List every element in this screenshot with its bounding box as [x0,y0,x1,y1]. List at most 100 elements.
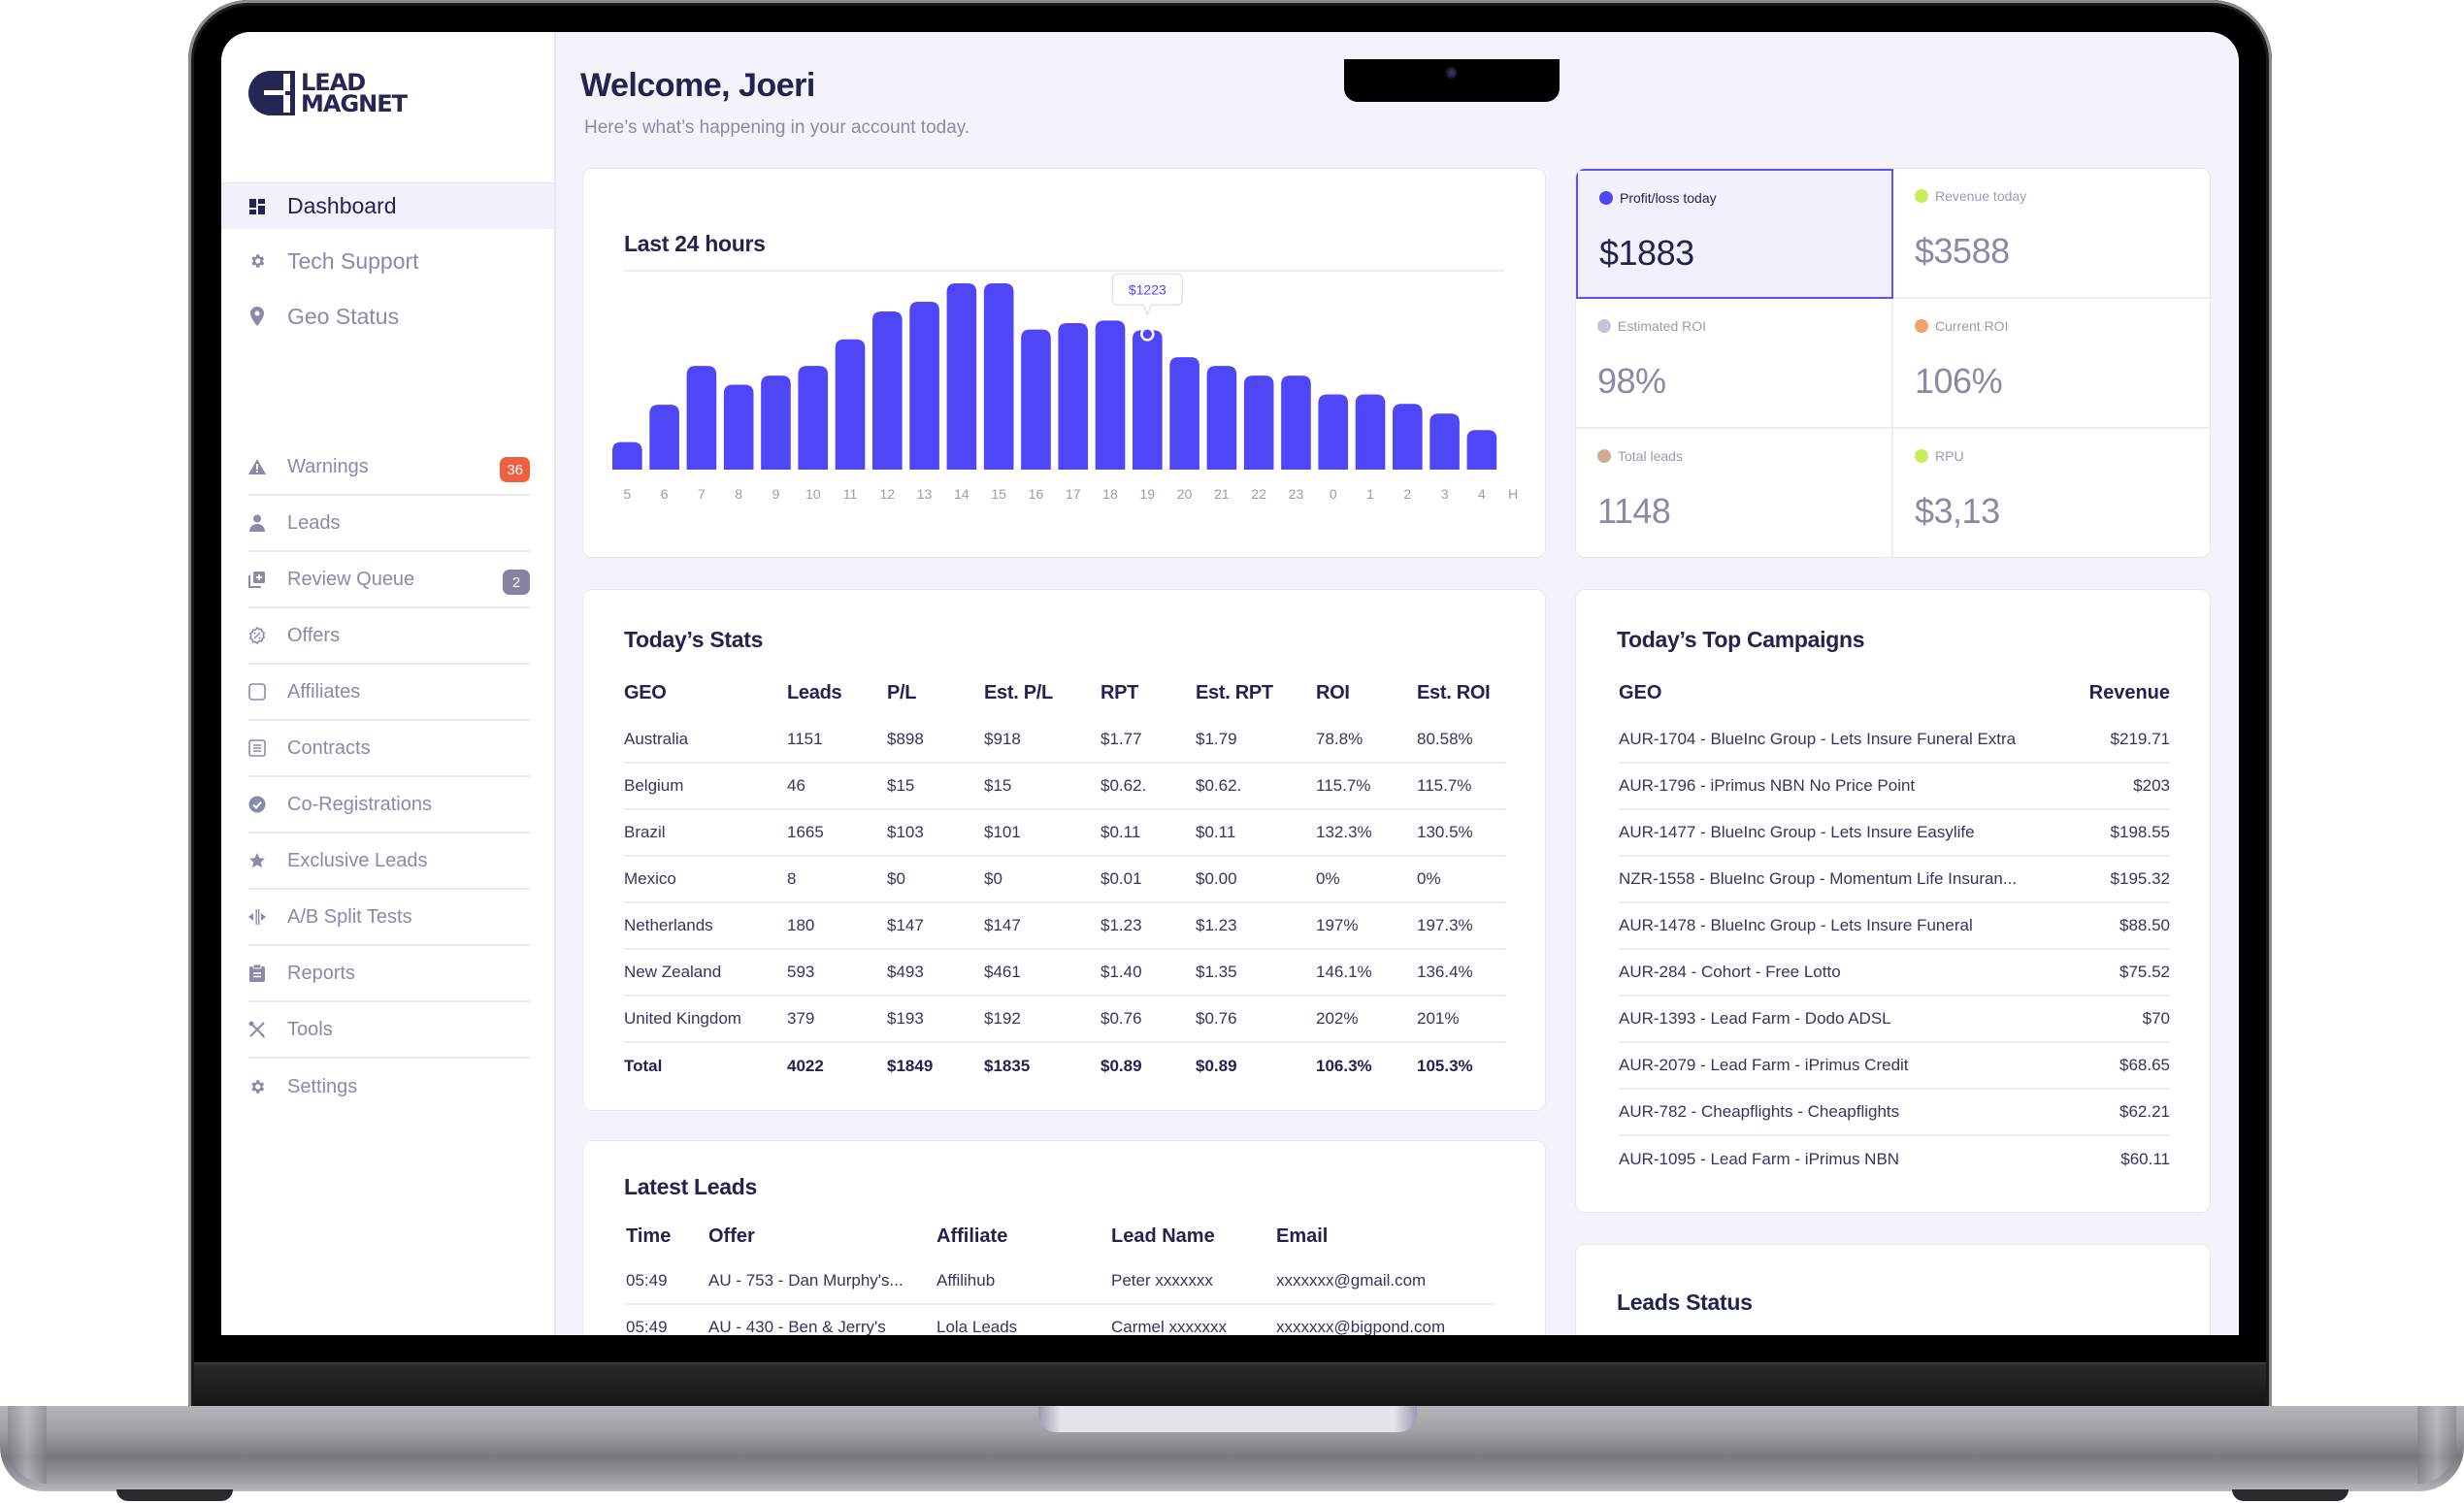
column-header-geo[interactable]: GEO [1619,670,2077,716]
sidebar-item-affiliates[interactable]: Affiliates [248,665,530,721]
sidebar-item-contracts[interactable]: Contracts [248,721,530,777]
bar-9[interactable] [761,376,791,470]
column-header-leads[interactable]: Leads [787,670,887,716]
campaign-row[interactable]: AUR-1796 - iPrimus NBN No Price Point $20… [1619,763,2170,810]
campaign-row[interactable]: AUR-284 - Cohort - Free Lotto $75.52 [1619,949,2170,997]
campaign-row[interactable]: AUR-1393 - Lead Farm - Dodo ADSL $70 [1619,996,2170,1043]
table-row[interactable]: United Kingdom 379 $193 $192 $0.76 $0.76 202% 2… [624,996,1505,1043]
bar-2[interactable] [1393,404,1423,470]
lead-row[interactable]: 05:49 AU - 753 - Dan Murphy's... Affilihub… [626,1258,1494,1305]
warning-icon [248,458,266,475]
kpi-rpu[interactable]: RPU $3,13 [1893,429,2210,557]
sidebar-item-tools[interactable]: Tools [248,1002,530,1059]
table-row[interactable]: New Zealand 593 $493 $461 $1.40 $1.35 146.1% 13… [624,949,1505,997]
column-header-time[interactable]: Time [626,1215,708,1258]
x-tick-label: 14 [954,486,969,502]
sidebar-item-tech-support[interactable]: Tech Support [221,238,554,284]
table-row[interactable]: Brazil 1665 $103 $101 $0.11 $0.11 132.3% 130.5% [624,809,1505,857]
kpi-current-roi[interactable]: Current ROI 106% [1893,299,2210,429]
bar-6[interactable] [649,405,679,470]
bar-23[interactable] [1281,376,1311,470]
count-badge: 36 [500,457,530,482]
bar-5[interactable] [612,441,642,470]
bar-1[interactable] [1355,394,1386,470]
bar-18[interactable] [1095,320,1126,470]
sidebar-item-co-registrations[interactable]: Co-Registrations [248,777,530,833]
bar-22[interactable] [1243,376,1274,470]
column-header-roi[interactable]: ROI [1316,670,1417,716]
bar-12[interactable] [872,311,903,470]
campaign-row[interactable]: AUR-1478 - BlueInc Group - Lets Insure F… [1619,902,2170,950]
lead-row[interactable]: 05:49 AU - 430 - Ben & Jerry's Lola Leads C… [626,1304,1494,1335]
bar-10[interactable] [798,366,829,470]
sidebar-item-review-queue[interactable]: Review Queue 2 [248,552,530,608]
kpi-value: $3,13 [1915,491,2000,531]
table-row[interactable]: Mexico 8 $0 $0 $0.01 $0.00 0% 0% [624,856,1505,903]
campaign-row[interactable]: AUR-1704 - BlueInc Group - Lets Insure F… [1619,716,2170,764]
campaign-row[interactable]: NZR-1558 - BlueInc Group - Momentum Life… [1619,856,2170,903]
column-header-offer[interactable]: Offer [708,1215,936,1258]
bar-0[interactable] [1318,394,1349,470]
x-tick-label: 17 [1066,486,1081,502]
kpi-revenue-today[interactable]: Revenue today $3588 [1893,169,2210,299]
bar-20[interactable] [1169,357,1199,470]
bar-3[interactable] [1429,413,1460,470]
bar-4[interactable] [1466,430,1497,470]
table-row[interactable]: Belgium 46 $15 $15 $0.62. $0.62. 115.7% 115.7% [624,763,1505,810]
bar-8[interactable] [723,384,754,470]
column-header-affiliate[interactable]: Affiliate [936,1215,1111,1258]
sidebar-item-dashboard[interactable]: Dashboard [221,182,554,229]
campaign-row[interactable]: AUR-1477 - BlueInc Group - Lets Insure E… [1619,809,2170,857]
table-row[interactable]: Australia 1151 $898 $918 $1.77 $1.79 78.8% 80.5… [624,716,1505,764]
cell-p-l: $103 [887,809,984,857]
cell-leads: 8 [787,856,887,903]
kpi-profit-loss-today[interactable]: Profit/loss today $1883 [1576,169,1893,299]
split-icon [248,908,266,926]
logo-text: LEAD MAGNET [301,71,408,115]
sidebar-item-label: Reports [287,962,356,984]
cell-est-p-l: $15 [984,763,1101,810]
sidebar-item-settings[interactable]: Settings [248,1059,530,1115]
sidebar-item-a-b-split-tests[interactable]: A/B Split Tests [248,890,530,946]
cell-est-p-l: $918 [984,716,1101,764]
column-header-est-roi[interactable]: Est. ROI [1417,670,1505,716]
add-stack-icon [248,571,266,588]
settings-icon [248,1078,266,1095]
sidebar-item-label: Co-Registrations [287,793,432,815]
sidebar-item-exclusive-leads[interactable]: Exclusive Leads [248,833,530,890]
column-header-est-p-l[interactable]: Est. P/L [984,670,1101,716]
column-header-email[interactable]: Email [1276,1215,1494,1258]
column-header-revenue[interactable]: Revenue [2077,670,2170,716]
column-header-p-l[interactable]: P/L [887,670,984,716]
column-header-geo[interactable]: GEO [624,670,787,716]
bar-21[interactable] [1206,366,1237,470]
sidebar-item-geo-status[interactable]: Geo Status [221,293,554,340]
sidebar-item-warnings[interactable]: Warnings 36 [248,440,530,496]
cell-geo: Brazil [624,809,787,857]
campaign-row[interactable]: AUR-1095 - Lead Farm - iPrimus NBN $60.11 [1619,1135,2170,1182]
bar-16[interactable] [1021,329,1051,470]
bar-7[interactable] [686,366,717,470]
table-row[interactable]: Netherlands 180 $147 $147 $1.23 $1.23 197% 197.… [624,902,1505,950]
bar-15[interactable] [983,283,1014,470]
legend-dot-icon [1597,319,1611,333]
bar-11[interactable] [835,339,866,470]
page-subtitle: Here’s what’s happening in your account … [584,117,970,138]
column-header-est-rpt[interactable]: Est. RPT [1196,670,1316,716]
bar-19[interactable] [1133,330,1163,470]
campaign-row[interactable]: AUR-782 - Cheapflights - Cheapflights $62… [1619,1089,2170,1136]
column-header-rpt[interactable]: RPT [1101,670,1196,716]
sidebar-item-offers[interactable]: Offers [248,608,530,665]
bar-13[interactable] [909,302,939,470]
bar-17[interactable] [1058,322,1089,470]
column-header-lead-name[interactable]: Lead Name [1111,1215,1276,1258]
x-tick-label: 3 [1441,486,1449,502]
kpi-total-leads[interactable]: Total leads 1148 [1576,429,1893,557]
sidebar-item-leads[interactable]: Leads [248,496,530,552]
kpi-value: 1148 [1597,491,1671,531]
campaign-row[interactable]: AUR-2079 - Lead Farm - iPrimus Credit $68… [1619,1042,2170,1090]
logo[interactable]: LEAD MAGNET [248,71,408,115]
bar-14[interactable] [946,283,977,470]
kpi-estimated-roi[interactable]: Estimated ROI 98% [1576,299,1893,429]
sidebar-item-reports[interactable]: Reports [248,946,530,1002]
